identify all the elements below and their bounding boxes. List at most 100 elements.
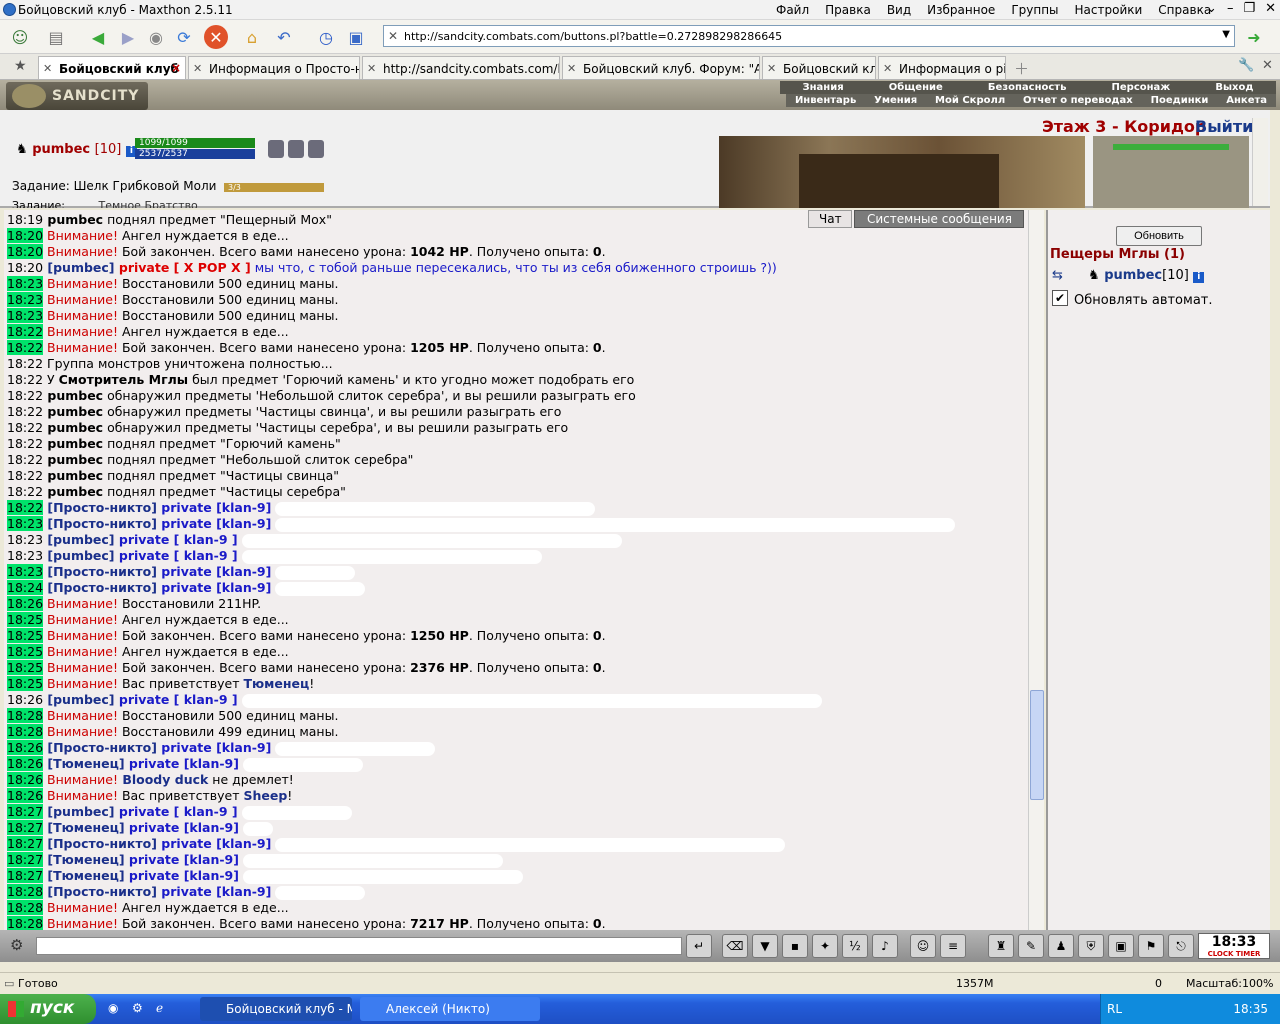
chat-time[interactable]: 18:22	[7, 484, 43, 499]
tab-system-messages[interactable]: Системные сообщения	[854, 210, 1024, 228]
minimize-button[interactable]: –	[1227, 1, 1234, 16]
chat-nickname[interactable]: [Тюменец]	[43, 820, 124, 835]
nav-my-scroll[interactable]: Мой Скролл	[935, 95, 1005, 106]
chat-nickname[interactable]: Тюменец	[243, 676, 309, 691]
private-tag[interactable]: private [klan-9]	[125, 868, 239, 883]
chat-time[interactable]: 18:26	[7, 740, 44, 755]
go-icon[interactable]: ➜	[1242, 25, 1266, 49]
armor-icon[interactable]: ⛨	[1078, 934, 1104, 958]
chat-time[interactable]: 18:23	[7, 276, 44, 291]
menu-favorites[interactable]: Избранное	[919, 3, 1003, 17]
chat-time[interactable]: 18:22	[7, 340, 44, 355]
start-button[interactable]: пуск	[0, 994, 96, 1024]
chat-nickname[interactable]: [Просто-никто]	[43, 516, 157, 531]
close-icon[interactable]: ✕	[1262, 58, 1273, 73]
chat-time[interactable]: 18:28	[7, 708, 44, 723]
private-tag[interactable]: private [klan-9]	[157, 740, 271, 755]
chat-nickname[interactable]: [Просто-никто]	[43, 836, 157, 851]
chat-time[interactable]: 18:20	[7, 244, 44, 259]
user-icon[interactable]: ☺	[8, 25, 32, 49]
chat-time[interactable]: 18:25	[7, 660, 44, 675]
private-icon[interactable]: ⇆	[1052, 268, 1063, 283]
chat-time[interactable]: 18:22	[7, 404, 43, 419]
private-tag[interactable]: private [klan-9]	[157, 884, 271, 899]
chat-nickname[interactable]: [Просто-никто]	[43, 740, 157, 755]
player-name-block[interactable]: ♞ pumbec [10] i	[16, 142, 137, 157]
task-messenger[interactable]: Алексей (Никто)	[360, 997, 540, 1021]
chevron-down-icon[interactable]: ▼	[1222, 29, 1230, 40]
chat-time[interactable]: 18:25	[7, 612, 44, 627]
chat-nickname[interactable]: [Просто-никто]	[43, 580, 157, 595]
send-icon[interactable]: ↵	[686, 934, 712, 958]
home-icon[interactable]: ⌂	[240, 25, 264, 49]
chat-nickname[interactable]: [Тюменец]	[43, 852, 124, 867]
auto-refresh-checkbox[interactable]: ✔	[1052, 290, 1068, 306]
navigation-panel[interactable]	[1093, 136, 1249, 208]
chat-nickname[interactable]: [Просто-никто]	[43, 500, 157, 515]
chat-time[interactable]: 18:24	[7, 580, 44, 595]
private-tag[interactable]: private [klan-9]	[157, 580, 271, 595]
info-scrollbar[interactable]	[1252, 118, 1268, 206]
chat-time[interactable]: 18:23	[7, 516, 44, 531]
half-icon[interactable]: ½	[842, 934, 868, 958]
chat-time[interactable]: 18:25	[7, 644, 44, 659]
chat-time[interactable]: 18:23	[7, 532, 43, 547]
zoom-level[interactable]: Масштаб:100%	[1186, 977, 1273, 990]
private-tag[interactable]: private [klan-9]	[157, 836, 271, 851]
eraser-icon[interactable]: ⌫	[722, 934, 748, 958]
nav-communication[interactable]: Общение	[889, 82, 943, 93]
chat-time[interactable]: 18:27	[7, 868, 44, 883]
nav-transfer-report[interactable]: Отчет о переводах	[1023, 95, 1133, 106]
history-dropdown-icon[interactable]: ◉	[144, 25, 168, 49]
chat-scrollbar[interactable]	[1028, 210, 1044, 930]
tab-info-prosto[interactable]: ✕ Информация о Просто-никто	[188, 56, 360, 79]
chat-time[interactable]: 18:23	[7, 292, 44, 307]
menu-groups[interactable]: Группы	[1003, 3, 1066, 17]
refresh-button[interactable]: Обновить	[1116, 226, 1202, 246]
private-tag[interactable]: private [klan-9]	[125, 852, 239, 867]
chat-time[interactable]: 18:19	[7, 212, 43, 227]
chat-time[interactable]: 18:28	[7, 900, 44, 915]
chat-nickname[interactable]: [Тюменец]	[43, 868, 124, 883]
chat-nickname[interactable]: [pumbec]	[43, 804, 114, 819]
chat-time[interactable]: 18:22	[7, 420, 43, 435]
shield-icon[interactable]	[288, 140, 304, 158]
private-tag[interactable]: private [ klan-9 ]	[115, 532, 238, 547]
private-tag[interactable]: private [ klan-9 ]	[115, 804, 238, 819]
ie-icon[interactable]: ℯ	[156, 1001, 163, 1015]
bottle-icon[interactable]: ♜	[988, 934, 1014, 958]
close-button[interactable]: ✕	[1265, 1, 1276, 16]
online-player[interactable]: ♞ pumbec[10] i	[1088, 268, 1205, 283]
chat-time[interactable]: 18:26	[7, 772, 44, 787]
chat-time[interactable]: 18:23	[7, 564, 44, 579]
sound-icon[interactable]: ♪	[872, 934, 898, 958]
restore-button[interactable]: ❐	[1243, 1, 1255, 16]
chat-time[interactable]: 18:20	[7, 228, 44, 243]
stop-icon[interactable]: ✕	[204, 25, 228, 49]
bag-icon[interactable]: ▣	[1108, 934, 1134, 958]
chat-time[interactable]: 18:27	[7, 804, 44, 819]
chat-time[interactable]: 18:25	[7, 676, 44, 691]
tab-combats-2[interactable]: ✕ Бойцовский клуб	[762, 56, 876, 79]
tab-forum[interactable]: ✕ Бойцовский клуб. Форум: "Адм...	[562, 56, 760, 79]
scrollbar-thumb[interactable]	[1030, 690, 1044, 800]
scroll-icon[interactable]: ✎	[1018, 934, 1044, 958]
forward-icon[interactable]: ▶	[116, 25, 140, 49]
chat-time[interactable]: 18:22	[7, 452, 43, 467]
chat-time[interactable]: 18:28	[7, 916, 44, 930]
chat-time[interactable]: 18:27	[7, 852, 44, 867]
chat-nickname[interactable]: [Просто-никто]	[43, 564, 157, 579]
scroll-icon[interactable]	[268, 140, 284, 158]
nav-inventory[interactable]: Инвентарь	[795, 95, 856, 106]
chat-input[interactable]	[36, 937, 682, 955]
filter-icon[interactable]: ▼	[752, 934, 778, 958]
chat-time[interactable]: 18:22	[7, 324, 44, 339]
chat-nickname[interactable]: [pumbec]	[43, 548, 114, 563]
quicklaunch-icon[interactable]: ◉	[108, 1001, 118, 1015]
nav-skills[interactable]: Умения	[874, 95, 917, 106]
chat-time[interactable]: 18:23	[7, 308, 44, 323]
tab-combats[interactable]: ✕ Бойцовский клуб ×	[38, 56, 186, 79]
nav-knowledge[interactable]: Знания	[803, 82, 844, 93]
screen-icon[interactable]: ▣	[344, 25, 368, 49]
private-tag[interactable]: private [ klan-9 ]	[115, 548, 238, 563]
